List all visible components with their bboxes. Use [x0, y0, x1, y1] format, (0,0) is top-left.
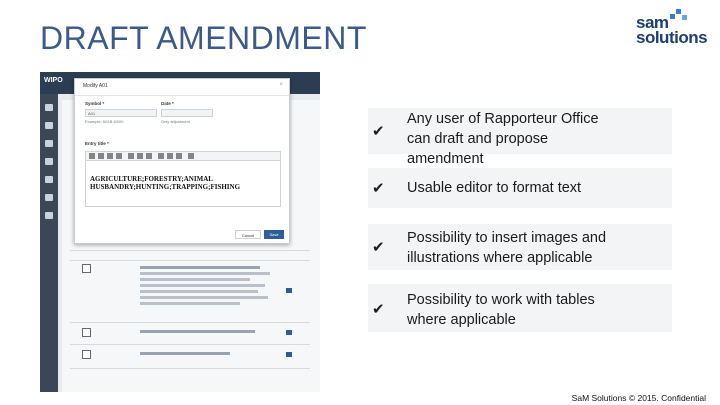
bullet-line: Possibility to work with tables	[407, 292, 595, 308]
settings-icon[interactable]	[45, 194, 53, 201]
bullet-item: ✔ Usable editor to format text	[368, 168, 672, 208]
edit-icon[interactable]	[286, 330, 292, 335]
table-icon[interactable]	[158, 153, 164, 159]
status-badge	[82, 264, 91, 273]
table-row-divider	[70, 250, 310, 251]
table-row-divider	[70, 368, 310, 369]
footer-copyright: SaM Solutions © 2015. Confidential	[571, 393, 706, 403]
symbol-icon[interactable]	[146, 153, 152, 159]
bullet-text: Any user of Rapporteur Office can draft …	[407, 109, 599, 169]
logo-line-2: solutions	[636, 28, 708, 47]
italic-icon[interactable]	[107, 153, 113, 159]
edit-icon[interactable]	[286, 288, 292, 293]
editor-content: AGRICULTURE;FORESTRY;ANIMAL HUSBANDRY;HU…	[90, 175, 240, 191]
bullet-text: Usable editor to format text	[407, 178, 581, 198]
row-text-placeholder	[140, 278, 250, 281]
date-hint: Only adjustment	[161, 119, 190, 124]
row-text-placeholder	[140, 272, 270, 275]
bullet-item: ✔ Any user of Rapporteur Office can draf…	[368, 108, 672, 167]
app-sidebar	[40, 94, 58, 392]
row-text-placeholder	[140, 290, 258, 293]
info-icon[interactable]	[45, 212, 53, 219]
underline-icon[interactable]	[116, 153, 122, 159]
date-field[interactable]	[161, 109, 213, 117]
entry-title-label: Entry title *	[85, 141, 109, 146]
row-text-placeholder	[140, 330, 255, 333]
symbol-label: Symbol *	[85, 101, 105, 106]
list-icon[interactable]	[45, 122, 53, 129]
row-text-placeholder	[140, 352, 230, 355]
row-text-placeholder	[140, 302, 240, 305]
table-row-divider	[70, 344, 310, 345]
symbol-hint: Example: A01B 63/00	[85, 119, 124, 124]
rich-text-editor[interactable]: AGRICULTURE;FORESTRY;ANIMAL HUSBANDRY;HU…	[85, 161, 281, 207]
editor-line: AGRICULTURE;FORESTRY;ANIMAL	[90, 175, 213, 183]
bullet-item: ✔ Possibility to insert images and illus…	[368, 224, 672, 270]
sam-solutions-logo: sam solutions	[636, 9, 712, 48]
bullet-text: Possibility to work with tables where ap…	[407, 290, 595, 330]
source-icon[interactable]	[89, 153, 95, 159]
dialog-title: Modify A01	[83, 83, 108, 89]
slide-title: DRAFT AMENDMENT	[40, 20, 367, 56]
modify-dialog: Modify A01 × Symbol * A01 Example: A01B …	[74, 78, 290, 244]
check-icon: ✔	[372, 180, 385, 197]
dialog-header: Modify A01 ×	[75, 79, 289, 96]
check-icon: ✔	[372, 301, 385, 318]
bullet-line: Usable editor to format text	[407, 180, 582, 196]
row-text-placeholder	[140, 296, 268, 299]
edit-icon[interactable]	[286, 352, 292, 357]
close-icon[interactable]: ×	[279, 82, 283, 88]
logo-square	[670, 14, 675, 19]
image-icon[interactable]	[137, 153, 143, 159]
bullet-line: Any user of Rapporteur Office	[407, 111, 599, 127]
bullet-item: ✔ Possibility to work with tables where …	[368, 284, 672, 332]
row-text-placeholder	[140, 266, 260, 269]
bullet-line: can draft and propose	[407, 131, 549, 147]
row-text-placeholder	[140, 284, 265, 287]
format-icon[interactable]	[188, 153, 194, 159]
bold-icon[interactable]	[98, 153, 104, 159]
date-label: Date *	[161, 101, 174, 106]
status-badge	[82, 350, 91, 359]
logo-square	[682, 15, 687, 20]
check-icon: ✔	[372, 123, 385, 140]
bullet-line: Possibility to insert images and	[407, 230, 607, 246]
bullet-line: illustrations where applicable	[407, 250, 593, 266]
logo-square	[676, 9, 681, 14]
table-row-divider	[70, 322, 310, 323]
home-icon[interactable]	[45, 104, 53, 111]
save-button[interactable]: Save	[264, 230, 284, 239]
status-badge	[82, 328, 91, 337]
symbol-field[interactable]: A01	[85, 109, 157, 117]
bullet-text: Possibility to insert images and illustr…	[407, 228, 606, 268]
bullet-line: amendment	[407, 151, 484, 167]
document-icon[interactable]	[45, 176, 53, 183]
editor-line: HUSBANDRY;HUNTING;TRAPPING;FISHING	[90, 183, 241, 191]
list-icon[interactable]	[167, 153, 173, 159]
check-icon: ✔	[372, 239, 385, 256]
cancel-button[interactable]: Cancel	[235, 230, 261, 239]
folder-icon[interactable]	[45, 158, 53, 165]
link-icon[interactable]	[176, 153, 182, 159]
bullet-line: where applicable	[407, 312, 516, 328]
app-logo: WIPO	[44, 77, 63, 84]
editor-toolbar	[85, 151, 281, 161]
paste-icon[interactable]	[128, 153, 134, 159]
grid-icon[interactable]	[45, 140, 53, 147]
table-row-divider	[70, 260, 310, 261]
